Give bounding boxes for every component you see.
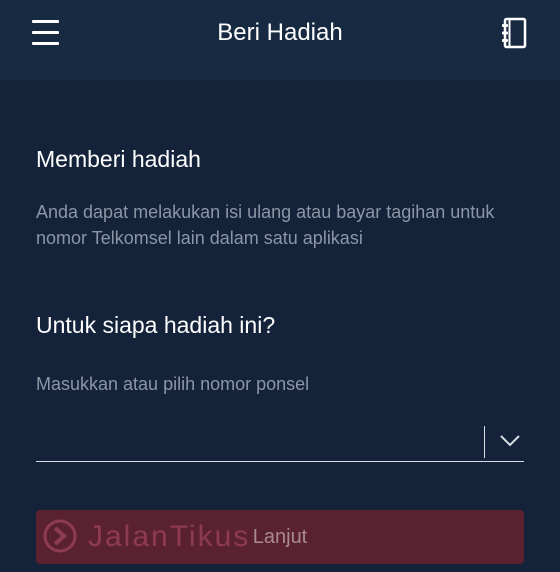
phone-number-input[interactable] [36,424,480,460]
phone-number-label: Masukkan atau pilih nomor ponsel [36,374,310,394]
gift-section-description: Anda dapat melakukan isi ulang atau baya… [36,202,495,248]
submit-button[interactable]: Lanjut [36,510,524,564]
input-divider [484,426,485,458]
page-title: Beri Hadiah [217,19,343,46]
menu-line [32,20,59,23]
gift-section-title: Memberi hadiah [36,146,201,172]
app-header: Beri Hadiah [0,0,560,80]
menu-line [32,42,59,45]
input-underline [36,461,524,462]
phonebook-icon[interactable] [497,16,531,50]
menu-line [32,31,59,34]
recipient-section-title: Untuk siapa hadiah ini? [36,312,276,338]
chevron-down-icon[interactable] [494,428,526,454]
hamburger-menu-icon[interactable] [30,18,64,48]
chevron-down-icon-graphic [500,435,520,447]
phonebook-icon-graphic [502,17,527,49]
